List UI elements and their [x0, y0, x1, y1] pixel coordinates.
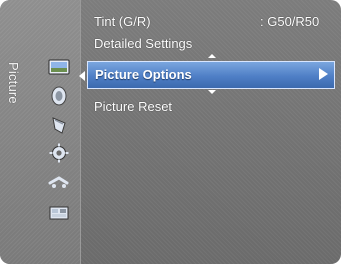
menu-panel: Picture Tint (G/R): G50/R50 Detailed Se… [0, 0, 341, 264]
application-icon[interactable] [46, 202, 72, 224]
tint-label: Tint (G/R) [94, 14, 151, 29]
picture-icon[interactable] [46, 56, 72, 78]
tv-osd-frame: Picture Tint (G/R): G50/R50 Detailed Se… [0, 0, 353, 271]
menu-row-detailed-settings[interactable]: Detailed Settings [94, 36, 192, 51]
scroll-down-icon [208, 90, 216, 94]
menu-row-picture-options[interactable]: Picture Options [87, 61, 335, 89]
selected-category-pointer [79, 71, 85, 81]
scroll-up-icon [208, 54, 216, 58]
picture-options-label: Picture Options [95, 67, 192, 82]
input-icon[interactable] [46, 171, 72, 193]
menu-row-tint[interactable]: Tint (G/R) : G50/R50 [94, 14, 319, 29]
channel-icon[interactable] [46, 114, 72, 136]
setup-icon[interactable] [46, 142, 72, 164]
detailed-settings-label: Detailed Settings [94, 36, 193, 51]
menu-row-picture-reset[interactable]: Picture Reset [94, 99, 172, 114]
sidebar-title: Picture [6, 62, 21, 104]
sidebar: Picture [0, 0, 85, 264]
sound-icon[interactable] [46, 85, 72, 107]
picture-reset-label: Picture Reset [94, 99, 173, 114]
tint-value: : G50/R50 [260, 14, 320, 29]
submenu-arrow-icon [319, 68, 328, 80]
